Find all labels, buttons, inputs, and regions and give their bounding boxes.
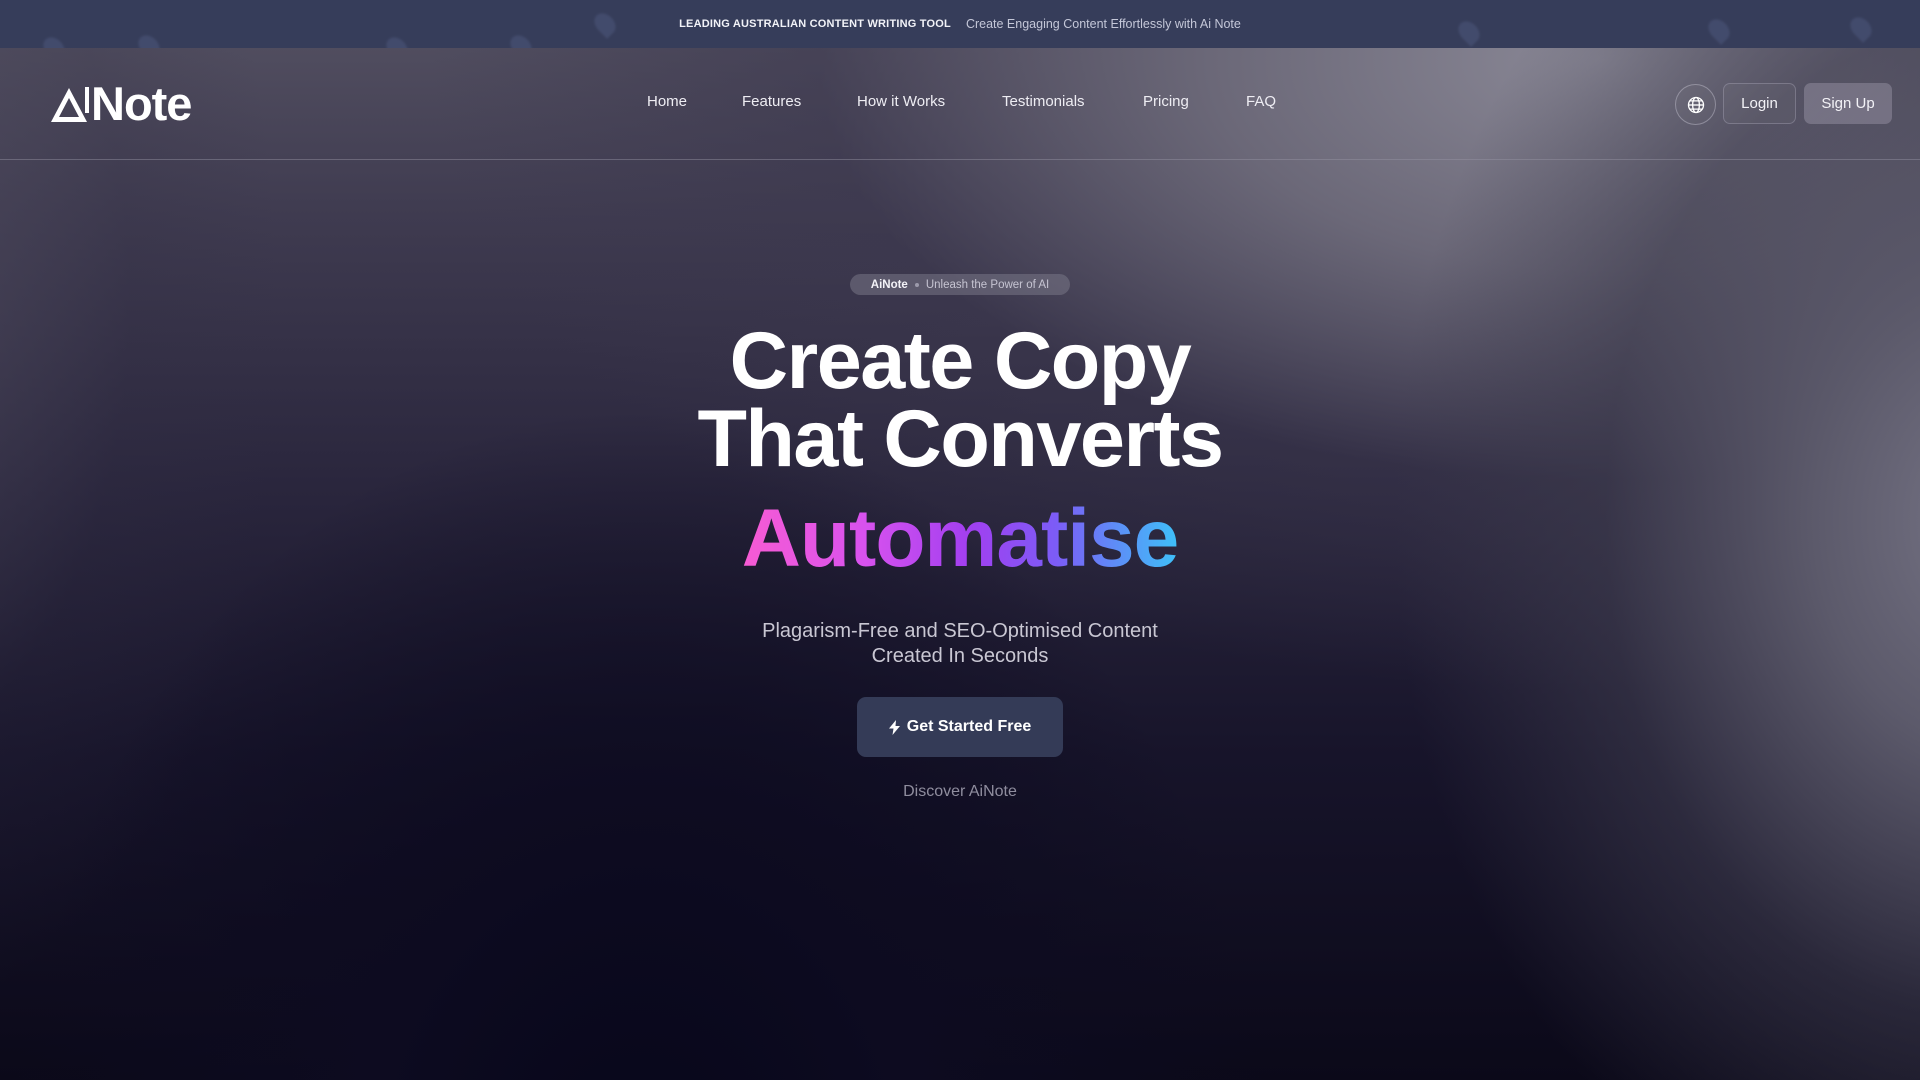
get-started-button[interactable]: Get Started Free xyxy=(857,697,1063,757)
login-button[interactable]: Login xyxy=(1723,83,1796,124)
headline-line-2: That Converts xyxy=(697,394,1224,484)
badge-brand: AiNote xyxy=(870,278,908,291)
announcement-banner: LEADING AUSTRALIAN CONTENT WRITING TOOL … xyxy=(0,0,1920,48)
decorative-shape xyxy=(1704,15,1734,45)
badge-tagline: Unleash the Power of AI xyxy=(925,278,1050,291)
hero-badge: AiNote Unleash the Power of AI xyxy=(850,274,1070,295)
nav-home[interactable]: Home xyxy=(647,93,687,110)
main-nav: Home Features How it Works Testimonials … xyxy=(0,48,1920,160)
nav-faq[interactable]: FAQ xyxy=(1246,93,1276,110)
decorative-shape xyxy=(506,31,536,48)
decorative-shape xyxy=(590,9,620,39)
headline-line-1: Create Copy xyxy=(729,316,1192,406)
signup-button[interactable]: Sign Up xyxy=(1804,83,1892,124)
cta-label: Get Started Free xyxy=(906,718,1032,735)
lightning-bolt-icon xyxy=(888,719,900,735)
decorative-shape xyxy=(1454,17,1484,47)
nav-testimonials[interactable]: Testimonials xyxy=(1002,93,1085,110)
hero-subtitle: Plagarism-Free and SEO-Optimised Content… xyxy=(0,619,1920,669)
subtitle-line-1: Plagarism-Free and SEO-Optimised Content xyxy=(762,620,1158,642)
banner-tagline: Create Engaging Content Effortlessly wit… xyxy=(965,17,1241,31)
discover-link[interactable]: Discover AiNote xyxy=(0,783,1920,801)
subtitle-line-2: Created In Seconds xyxy=(871,645,1049,667)
decorative-shape xyxy=(382,33,412,48)
badge-separator-dot xyxy=(914,282,919,287)
gradient-word-text: Automatise xyxy=(741,493,1180,584)
decorative-shape xyxy=(1846,13,1876,43)
language-button[interactable] xyxy=(1675,84,1716,125)
site-header: Note Home Features How it Works Testimon… xyxy=(0,48,1920,160)
decorative-shape xyxy=(134,31,164,48)
globe-icon xyxy=(1687,96,1704,113)
nav-pricing[interactable]: Pricing xyxy=(1143,93,1189,110)
hero-gradient-word: Automatise xyxy=(0,494,1920,584)
banner-headline: LEADING AUSTRALIAN CONTENT WRITING TOOL xyxy=(679,18,951,30)
decorative-shape xyxy=(39,33,69,48)
nav-features[interactable]: Features xyxy=(742,93,801,110)
nav-how-it-works[interactable]: How it Works xyxy=(857,93,945,110)
hero-headline: Create Copy That Converts xyxy=(0,316,1920,484)
